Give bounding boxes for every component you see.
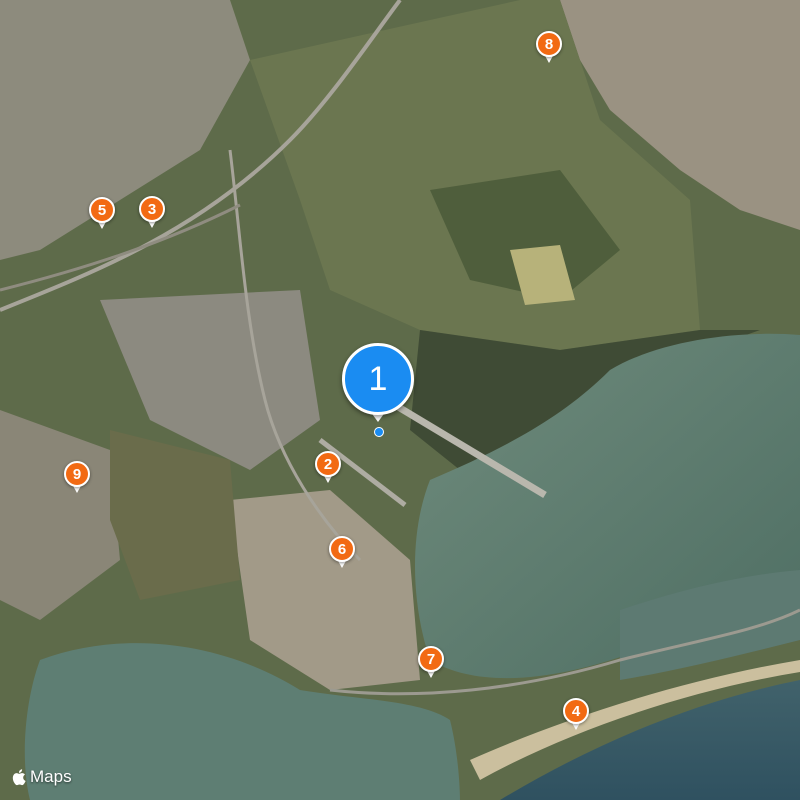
marker-2-label: 2 <box>323 455 333 473</box>
maps-attribution-text: Maps <box>30 767 72 786</box>
marker-8[interactable]: 8 <box>536 31 562 65</box>
marker-7-label: 7 <box>426 650 436 668</box>
marker-2[interactable]: 2 <box>315 451 341 485</box>
marker-1-head: 1 <box>342 343 414 415</box>
marker-4[interactable]: 4 <box>563 698 589 732</box>
maps-attribution[interactable]: Maps <box>12 766 72 788</box>
marker-3-label: 3 <box>147 200 157 218</box>
marker-7[interactable]: 7 <box>418 646 444 680</box>
marker-6-label: 6 <box>337 540 347 558</box>
marker-1[interactable]: 1 <box>342 343 414 437</box>
marker-8-label: 8 <box>544 35 554 53</box>
marker-3[interactable]: 3 <box>139 196 165 230</box>
location-dot <box>374 427 384 437</box>
apple-logo-icon <box>12 769 26 786</box>
marker-1-label: 1 <box>368 360 388 398</box>
marker-4-label: 4 <box>571 702 581 720</box>
marker-5[interactable]: 5 <box>89 197 115 231</box>
marker-9-label: 9 <box>72 465 82 483</box>
marker-9[interactable]: 9 <box>64 461 90 495</box>
marker-5-label: 5 <box>97 201 107 219</box>
map-canvas[interactable]: 1 2 3 4 5 6 7 8 9 Maps <box>0 0 800 800</box>
marker-6[interactable]: 6 <box>329 536 355 570</box>
